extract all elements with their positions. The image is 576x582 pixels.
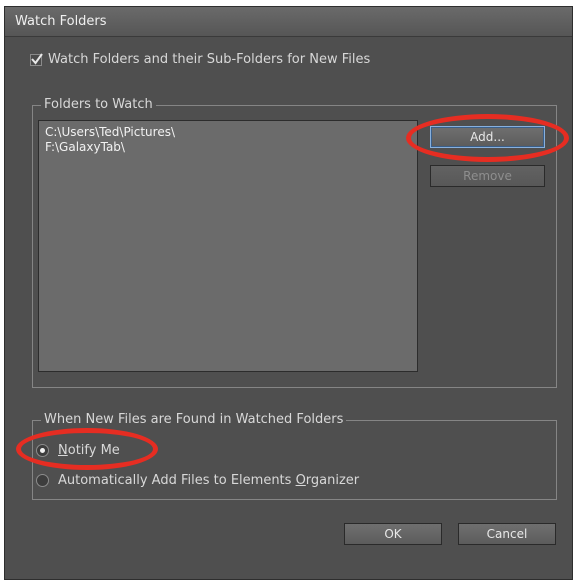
watch-subfolders-option[interactable]: Watch Folders and their Sub-Folders for …	[30, 52, 370, 67]
cancel-button[interactable]: Cancel	[458, 523, 556, 545]
window-title: Watch Folders	[15, 14, 107, 29]
notify-me-label-text: otify Me	[67, 443, 120, 458]
auto-add-option[interactable]: Automatically Add Files to Elements Orga…	[36, 473, 359, 488]
auto-add-label-rest: rganizer	[305, 473, 360, 488]
notify-me-option[interactable]: Notify Me	[36, 443, 120, 458]
list-item[interactable]: F:\GalaxyTab\	[45, 140, 411, 155]
watch-subfolders-label: Watch Folders and their Sub-Folders for …	[48, 52, 371, 67]
folders-list[interactable]: C:\Users\Ted\Pictures\ F:\GalaxyTab\	[38, 120, 418, 372]
ok-button[interactable]: OK	[344, 523, 442, 545]
folders-group-legend: Folders to Watch	[41, 97, 156, 112]
new-files-group-legend: When New Files are Found in Watched Fold…	[41, 412, 347, 427]
auto-add-accelerator: O	[295, 473, 306, 488]
notify-me-radio[interactable]	[36, 444, 49, 457]
notify-me-label: Notify Me	[58, 443, 120, 458]
list-item[interactable]: C:\Users\Ted\Pictures\	[45, 125, 411, 140]
new-files-group: When New Files are Found in Watched Fold…	[32, 412, 557, 500]
checkmark-icon	[31, 52, 43, 65]
auto-add-radio[interactable]	[36, 474, 49, 487]
title-bar[interactable]: Watch Folders	[5, 7, 572, 37]
add-folder-button[interactable]: Add...	[430, 126, 545, 148]
auto-add-label-prefix: Automatically Add Files to Elements	[58, 473, 296, 488]
notify-me-accelerator: N	[58, 443, 68, 458]
watch-subfolders-checkbox[interactable]	[30, 52, 43, 66]
remove-folder-button[interactable]: Remove	[430, 165, 545, 187]
auto-add-label: Automatically Add Files to Elements Orga…	[58, 473, 359, 488]
